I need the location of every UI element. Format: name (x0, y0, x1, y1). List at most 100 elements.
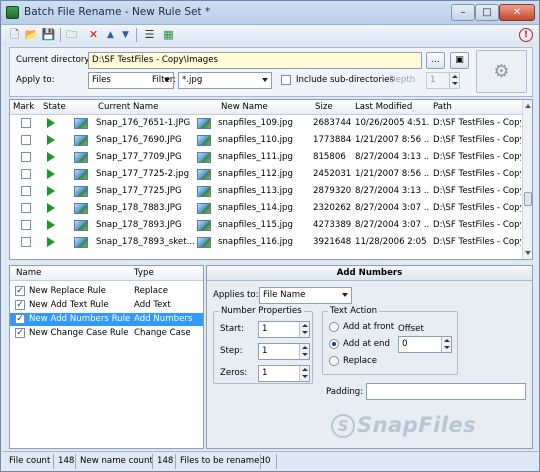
scroll-up-icon[interactable] (525, 104, 531, 108)
new-name-cell: snapfiles_113.jpg (218, 186, 293, 196)
size-cell: 1773884 (313, 135, 352, 145)
offset-value: 0 (402, 339, 408, 349)
mark-checkbox[interactable] (21, 220, 31, 230)
col-rule-type[interactable]: Type (134, 268, 154, 278)
rule-item[interactable]: ✓ New Add Numbers Rule Add Numbers (10, 313, 203, 326)
state-play-icon (47, 220, 55, 230)
delete-icon[interactable]: ✕ (86, 28, 101, 42)
snapfiles-watermark: SnapFiles (357, 413, 477, 437)
save-icon[interactable]: 💾 (41, 28, 56, 42)
table-row[interactable]: Snap_176_7651-1.JPG snapfiles_109.jpg 2683… (10, 116, 522, 131)
toolbar-separator (136, 28, 137, 42)
mark-checkbox[interactable] (21, 152, 31, 162)
subdirectories-label: Include sub-directories (296, 75, 395, 85)
mark-checkbox[interactable] (21, 203, 31, 213)
table-row[interactable]: Snap_177_7725.JPG snapfiles_113.jpg 287932… (10, 184, 522, 199)
replace-radio[interactable] (329, 356, 339, 366)
new-name-cell: snapfiles_110.jpg (218, 135, 293, 145)
close-button[interactable]: ✕ (499, 4, 535, 21)
add-front-radio[interactable] (329, 322, 339, 332)
col-current-name[interactable]: Current Name (98, 102, 158, 112)
table-row[interactable]: Snap_176_7690.JPG snapfiles_110.jpg 177388… (10, 133, 522, 148)
path-cell: D:\SF TestFiles - Copy\ (433, 135, 521, 145)
number-properties-group: Number Properties Start: 1 Step: 1 Zeros… (213, 306, 313, 384)
maximize-button[interactable]: □ (475, 4, 499, 21)
new-name-cell: snapfiles_111.jpg (218, 152, 293, 162)
mark-checkbox[interactable] (21, 135, 31, 145)
subdirectories-checkbox[interactable] (281, 75, 291, 85)
size-cell: 4273389 (313, 220, 352, 230)
filter-value: *.jpg (182, 75, 203, 85)
add-rule-icon[interactable]: 🗀 (64, 28, 79, 42)
state-play-icon (47, 118, 55, 128)
new-icon[interactable]: 🗋 (7, 28, 22, 42)
size-cell: 3921648 (313, 237, 352, 247)
col-state[interactable]: State (43, 102, 66, 112)
add-end-radio[interactable] (329, 339, 339, 349)
table-row[interactable]: Snap_178_7893.JPG snapfiles_115.jpg 427338… (10, 218, 522, 233)
table-row[interactable]: Snap_178_7893_sket... snapfiles_116.jpg 39… (10, 235, 522, 250)
rename-icon[interactable]: ▦ (161, 28, 176, 42)
image-file-icon (197, 135, 211, 146)
rename-files-button[interactable]: ⚙ (476, 50, 527, 93)
offset-stepper[interactable]: 0 (398, 336, 452, 353)
move-down-icon[interactable]: ▼ (118, 28, 133, 42)
last-modified-cell: 8/27/2004 3:13 ... (355, 186, 430, 196)
table-row[interactable]: Snap_177_7709.JPG snapfiles_111.jpg 815806… (10, 150, 522, 165)
scroll-thumb[interactable] (524, 192, 532, 206)
open-icon[interactable]: 📂 (24, 28, 39, 42)
mark-checkbox[interactable] (21, 237, 31, 247)
rule-enabled-checkbox[interactable]: ✓ (15, 314, 25, 324)
image-file-icon (74, 203, 88, 214)
image-file-icon (74, 169, 88, 180)
rule-enabled-checkbox[interactable]: ✓ (15, 328, 25, 338)
toolbar: 🗋 📂 💾 🗀 ✕ ▲ ▼ ☰ ▦ ! (2, 25, 538, 45)
current-name-cell: Snap_176_7690.JPG (96, 135, 182, 145)
col-size[interactable]: Size (315, 102, 333, 112)
col-path[interactable]: Path (433, 102, 452, 112)
applies-to-select[interactable]: File Name (259, 287, 352, 304)
state-play-icon (47, 203, 55, 213)
col-new-name[interactable]: New Name (221, 102, 268, 112)
padding-field[interactable] (366, 383, 526, 400)
rule-item[interactable]: ✓ New Replace Rule Replace (10, 285, 203, 298)
filter-select[interactable]: *.jpg (178, 72, 272, 89)
current-name-cell: Snap_176_7651-1.JPG (96, 118, 191, 128)
status-separator (152, 454, 153, 469)
zeros-stepper[interactable]: 1 (258, 365, 310, 382)
current-name-cell: Snap_178_7883.JPG (96, 203, 182, 213)
vertical-scrollbar[interactable] (522, 100, 532, 259)
add-front-label: Add at front (343, 322, 395, 332)
folder-star-icon: ▣ (455, 55, 464, 65)
mark-checkbox[interactable] (21, 118, 31, 128)
table-row[interactable]: Snap_178_7883.JPG snapfiles_114.jpg 232026… (10, 201, 522, 216)
text-action-group: Text Action Add at front Add at end Repl… (322, 306, 458, 375)
rule-enabled-checkbox[interactable]: ✓ (15, 286, 25, 296)
favorites-button[interactable]: ▣ (450, 52, 469, 69)
move-up-icon[interactable]: ▲ (103, 28, 118, 42)
rule-item[interactable]: ✓ New Add Text Rule Add Text (10, 299, 203, 312)
scroll-down-icon[interactable] (525, 251, 531, 255)
rule-item[interactable]: ✓ New Change Case Rule Change Case (10, 327, 203, 340)
rule-enabled-checkbox[interactable]: ✓ (15, 300, 25, 310)
status-separator (53, 454, 54, 469)
path-cell: D:\SF TestFiles - Copy\ (433, 169, 521, 179)
current-directory-label: Current directory: (16, 55, 92, 65)
table-row[interactable]: Snap_177_7725-2.jpg snapfiles_112.jpg 2452… (10, 167, 522, 182)
list-view-icon[interactable]: ☰ (142, 28, 157, 42)
browse-button[interactable]: ... (426, 52, 445, 69)
help-icon[interactable]: ! (519, 28, 533, 42)
col-last-modified[interactable]: Last Modified (355, 102, 412, 112)
step-stepper[interactable]: 1 (258, 343, 310, 360)
applies-to-value: File Name (263, 290, 306, 300)
rule-name: New Add Numbers Rule (29, 314, 131, 324)
last-modified-cell: 8/27/2004 3:13 ... (355, 152, 430, 162)
current-directory-field[interactable]: D:\SF TestFiles - Copy\Images (88, 52, 422, 69)
minimize-button[interactable]: – (451, 4, 475, 21)
mark-checkbox[interactable] (21, 186, 31, 196)
mark-checkbox[interactable] (21, 169, 31, 179)
image-file-icon (197, 203, 211, 214)
col-mark[interactable]: Mark (13, 102, 34, 112)
start-stepper[interactable]: 1 (258, 321, 310, 338)
col-rule-name[interactable]: Name (16, 268, 41, 278)
